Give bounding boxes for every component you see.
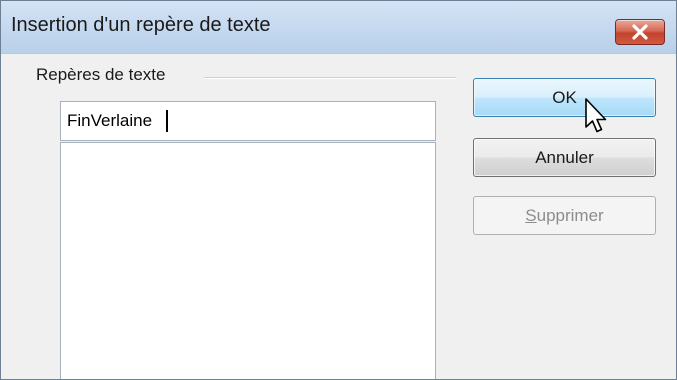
delete-button[interactable]: Supprimer <box>473 196 656 235</box>
close-x-icon <box>632 24 648 40</box>
bookmark-list[interactable] <box>60 142 436 379</box>
dialog-window: Insertion d'un repère de texte Repères d… <box>0 0 677 380</box>
ok-button-label: OK <box>552 87 577 107</box>
ok-button[interactable]: OK <box>473 78 656 117</box>
cancel-button[interactable]: Annuler <box>473 138 656 177</box>
dialog-body: Repères de texte OK Annuler Supprimer <box>11 54 666 379</box>
title-bar[interactable]: Insertion d'un repère de texte <box>1 1 676 54</box>
cancel-button-label: Annuler <box>535 147 594 167</box>
delete-button-mnemonic: S <box>525 205 537 225</box>
bookmark-name-input[interactable] <box>60 101 436 141</box>
text-caret <box>166 110 168 132</box>
window-title: Insertion d'un repère de texte <box>11 14 271 36</box>
delete-button-label: upprimer <box>536 205 604 225</box>
group-label-bookmarks: Repères de texte <box>36 65 166 84</box>
close-button[interactable] <box>615 19 665 45</box>
mouse-pointer-icon <box>585 98 607 133</box>
group-divider <box>204 77 456 79</box>
